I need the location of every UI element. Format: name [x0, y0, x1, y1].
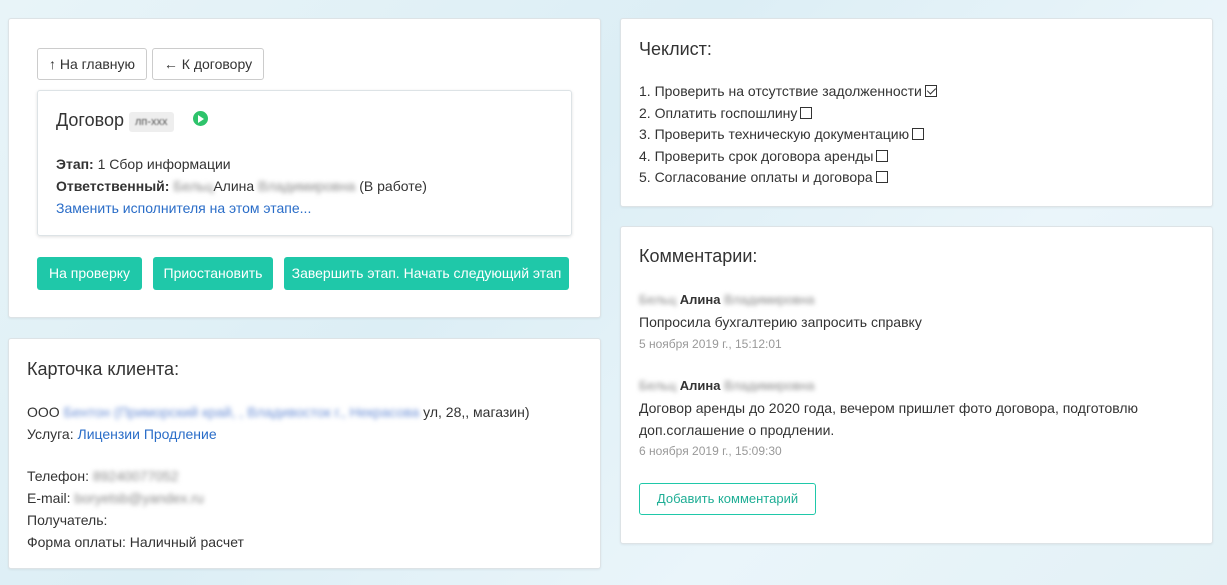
recipient-line: Получатель: — [27, 512, 107, 528]
finish-stage-button[interactable]: Завершить этап. Начать следующий этап — [284, 257, 569, 290]
payment-line: Форма оплаты: Наличный расчет — [27, 534, 244, 550]
checklist-item: 2. Оплатить госпошлину — [639, 105, 813, 121]
phone-value: 89240077052 — [92, 468, 179, 484]
comment-date: 6 ноября 2019 г., 15:09:30 — [639, 444, 782, 458]
checklist-item-label: 2. Оплатить госпошлину — [639, 105, 798, 121]
email-line: E-mail: boryetsb@yandex.ru — [27, 490, 204, 506]
author-surname: Бельц — [639, 378, 677, 393]
responsible-label: Ответственный: — [56, 178, 170, 194]
comment-date: 5 ноября 2019 г., 15:12:01 — [639, 337, 782, 351]
author-name: Алина — [679, 292, 721, 307]
phone-label: Телефон: — [27, 468, 89, 484]
email-label: E-mail: — [27, 490, 71, 506]
organization-line: ООО Бентон (Приморский край, , Владивост… — [27, 404, 530, 420]
contract-number: лп-ххх — [135, 116, 168, 128]
back-to-contract-button[interactable]: ← К договору — [152, 48, 264, 80]
home-button[interactable]: ↑ На главную — [37, 48, 147, 80]
recipient-label: Получатель: — [27, 512, 108, 528]
checklist-title: Чеклист: — [639, 39, 712, 59]
checkbox[interactable] — [912, 128, 925, 140]
author-name: Алина — [679, 378, 721, 393]
stage-line: Этап: 1 Сбор информации — [56, 156, 231, 172]
checklist-item-label: 1. Проверить на отсутствие задолженности — [639, 83, 922, 99]
responsible-surname: Бельц — [173, 178, 214, 194]
comment-text: Попросила бухгалтерию запросить справку — [639, 314, 922, 330]
client-card-panel: Карточка клиента: ООО Бентон (Приморский… — [8, 338, 601, 569]
responsible-status: (В работе) — [359, 178, 427, 194]
service-line: Услуга: Лицензии Продление — [27, 426, 217, 442]
checkbox[interactable] — [876, 150, 889, 162]
phone-line: Телефон: 89240077052 — [27, 468, 179, 484]
comments-title: Комментарии: — [639, 246, 758, 266]
checklist-item-label: 5. Согласование оплаты и договора — [639, 169, 873, 185]
comment-text: Договор аренды до 2020 года, вечером при… — [639, 400, 1139, 438]
payment-value: Наличный расчет — [129, 534, 244, 550]
payment-label: Форма оплаты: — [27, 534, 126, 550]
checklist-item: 4. Проверить срок договора аренды — [639, 148, 889, 164]
author-surname: Бельц — [639, 292, 677, 307]
email-value: boryetsb@yandex.ru — [74, 490, 204, 506]
stage-value: 1 Сбор информации — [97, 156, 231, 172]
org-prefix: ООО — [27, 404, 60, 420]
service-label: Услуга: — [27, 426, 74, 442]
service-link[interactable]: Лицензии Продление — [78, 426, 217, 442]
contract-title: Договор — [56, 110, 124, 130]
change-assignee-link[interactable]: Заменить исполнителя на этом этапе... — [56, 200, 311, 216]
org-address: ул, 28,, магазин) — [423, 404, 530, 420]
checklist-item-label: 4. Проверить срок договора аренды — [639, 148, 874, 164]
stage-label: Этап: — [56, 156, 94, 172]
org-name: Бентон (Приморский край, , Владивосток г… — [63, 404, 420, 420]
client-card-title: Карточка клиента: — [27, 359, 180, 379]
add-comment-button[interactable]: Добавить комментарий — [639, 483, 816, 515]
responsible-name: Алина — [213, 178, 255, 194]
contract-number-badge: лп-ххх — [129, 112, 174, 132]
author-patronymic: Владимировна — [724, 292, 815, 307]
checkbox[interactable] — [875, 171, 888, 183]
checklist-item: 1. Проверить на отсутствие задолженности — [639, 83, 937, 99]
contract-panel: ↑ На главную ← К договору Договор лп-ххх… — [8, 18, 601, 318]
comment-author: Бельц Алина Владимировна — [639, 378, 814, 393]
checklist-item: 5. Согласование оплаты и договора — [639, 169, 888, 185]
comments-panel: Комментарии: Бельц Алина Владимировна По… — [620, 226, 1213, 544]
checkbox[interactable] — [924, 85, 937, 97]
send-to-review-button[interactable]: На проверку — [37, 257, 142, 290]
pause-button[interactable]: Приостановить — [153, 257, 273, 290]
comment-author: Бельц Алина Владимировна — [639, 292, 814, 307]
contract-card: Договор лп-ххх Этап: 1 Сбор информации О… — [37, 90, 572, 236]
checklist-item-label: 3. Проверить техническую документацию — [639, 126, 910, 142]
play-icon[interactable] — [193, 111, 208, 126]
checklist-item: 3. Проверить техническую документацию — [639, 126, 925, 142]
author-patronymic: Владимировна — [724, 378, 815, 393]
checkbox[interactable] — [800, 107, 813, 119]
responsible-patronymic: Владимировна — [258, 178, 356, 194]
checklist-panel: Чеклист: 1. Проверить на отсутствие задо… — [620, 18, 1213, 207]
responsible-line: Ответственный: БельцАлина Владимировна (… — [56, 178, 427, 194]
